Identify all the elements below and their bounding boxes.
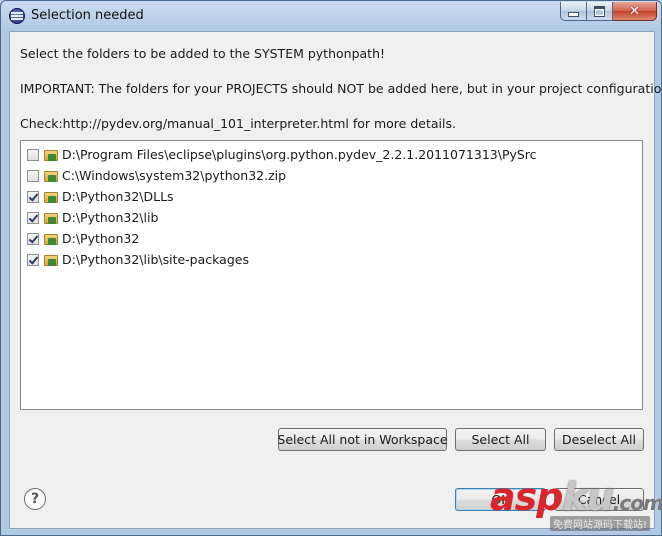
folder-checkbox[interactable]: [27, 148, 39, 161]
folder-path-label: D:\Python32\DLLs: [62, 189, 174, 204]
eclipse-icon: [9, 8, 25, 24]
folder-icon: [44, 148, 59, 162]
maximize-icon: [594, 5, 605, 17]
window-title: Selection needed: [31, 8, 144, 23]
maximize-button[interactable]: [587, 2, 613, 21]
list-item[interactable]: D:\Program Files\eclipse\plugins\org.pyt…: [27, 144, 537, 165]
title-bar[interactable]: Selection needed ✕: [1, 1, 661, 31]
window-controls: ✕: [560, 2, 657, 21]
list-item[interactable]: D:\Python32\lib\site-packages: [27, 249, 249, 270]
folder-checkbox[interactable]: [27, 211, 39, 224]
watermark-logo: aspku.com 免费网站源码下载站!: [490, 478, 662, 536]
list-item[interactable]: D:\Python32\DLLs: [27, 186, 174, 207]
select-all-not-in-workspace-button[interactable]: Select All not in Workspace: [277, 428, 448, 451]
folder-checkbox[interactable]: [27, 190, 39, 203]
minimize-button[interactable]: [560, 2, 587, 21]
instruction-text: Select the folders to be added to the SY…: [20, 46, 386, 61]
folder-checklist[interactable]: D:\Program Files\eclipse\plugins\org.pyt…: [20, 140, 643, 410]
watermark-tagline: 免费网站源码下载站!: [550, 516, 651, 531]
details-link-text: Check:http://pydev.org/manual_101_interp…: [20, 116, 456, 131]
minimize-icon: [568, 11, 579, 17]
close-button[interactable]: ✕: [613, 2, 657, 21]
folder-icon: [44, 169, 59, 183]
important-note: IMPORTANT: The folders for your PROJECTS…: [20, 81, 662, 96]
folder-checkbox[interactable]: [27, 232, 39, 245]
folder-icon: [44, 232, 59, 246]
folder-icon: [44, 211, 59, 225]
watermark-brand-a: asp: [490, 475, 563, 519]
folder-icon: [44, 253, 59, 267]
dialog-window: Selection needed ✕ Select the folders to…: [0, 0, 662, 536]
close-icon: ✕: [629, 3, 640, 19]
folder-checkbox[interactable]: [27, 253, 39, 266]
dialog-content: Select the folders to be added to the SY…: [9, 31, 662, 529]
folder-path-label: D:\Python32\lib\site-packages: [62, 252, 249, 267]
deselect-all-button[interactable]: Deselect All: [554, 428, 644, 451]
folder-path-label: C:\Windows\system32\python32.zip: [62, 168, 287, 183]
watermark-brand: aspku.com: [490, 478, 662, 516]
folder-path-label: D:\Program Files\eclipse\plugins\org.pyt…: [62, 147, 537, 162]
list-item[interactable]: D:\Python32\lib: [27, 207, 158, 228]
list-item[interactable]: D:\Python32: [27, 228, 139, 249]
select-all-button[interactable]: Select All: [455, 428, 546, 451]
watermark-brand-c: .com: [612, 491, 662, 515]
watermark-brand-b: ku: [562, 475, 613, 519]
list-item[interactable]: C:\Windows\system32\python32.zip: [27, 165, 286, 186]
folder-checkbox[interactable]: [27, 169, 39, 182]
folder-path-label: D:\Python32\lib: [62, 210, 159, 225]
help-icon[interactable]: ?: [24, 488, 46, 510]
folder-icon: [44, 190, 59, 204]
folder-path-label: D:\Python32: [62, 231, 140, 246]
